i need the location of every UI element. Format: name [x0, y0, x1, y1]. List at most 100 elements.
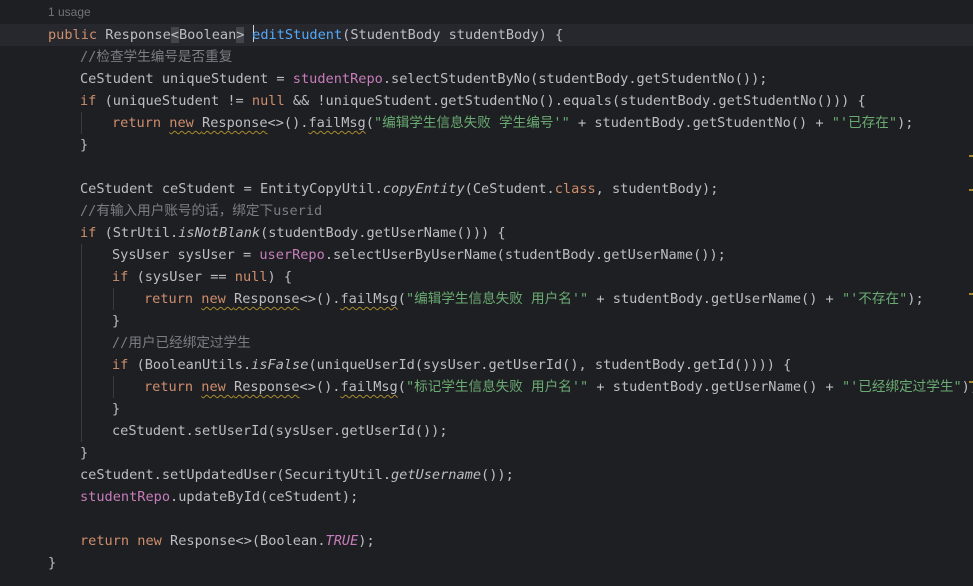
- indent-guide: [81, 288, 82, 310]
- string-token: "'已经绑定过学生": [841, 379, 962, 395]
- code-line[interactable]: studentRepo.updateById(ceStudent);: [48, 486, 973, 508]
- indent-guide: [81, 354, 82, 376]
- code-line[interactable]: if (sysUser == null) {: [48, 266, 973, 288]
- line-content: if (sysUser == null) {: [48, 269, 292, 285]
- code-line[interactable]: }: [48, 552, 973, 574]
- line-content: }: [48, 555, 56, 571]
- error-stripe[interactable]: [969, 0, 973, 586]
- warning-token: failMsg: [340, 379, 398, 395]
- code-line[interactable]: return new Response<>(Boolean.TRUE);: [48, 530, 973, 552]
- string-token: "编辑学生信息失败 学生编号'": [373, 115, 570, 131]
- static-call-token: getUsername: [391, 467, 482, 483]
- code-line[interactable]: if (uniqueStudent != null && !uniqueStud…: [48, 90, 973, 112]
- keyword-token: return: [144, 379, 202, 395]
- code-token: CeStudent uniqueStudent =: [80, 71, 293, 87]
- code-line[interactable]: ceStudent.setUpdatedUser(SecurityUtil.ge…: [48, 464, 973, 486]
- code-token: + studentBody.getUserName() +: [588, 291, 842, 307]
- code-line[interactable]: //有输入用户账号的话，绑定下userid: [48, 200, 973, 222]
- code-line[interactable]: return new Response<>().failMsg("编辑学生信息失…: [48, 112, 973, 134]
- keyword-token: if: [112, 269, 137, 285]
- indent-guide: [81, 244, 82, 266]
- keyword-token: return: [112, 115, 170, 131]
- code-token: (uniqueUserId(sysUser.getUserId(), stude…: [308, 357, 792, 373]
- code-line[interactable]: }: [48, 442, 973, 464]
- comment-token: //用户已经绑定过学生: [112, 335, 251, 351]
- line-content: if (BooleanUtils.isFalse(uniqueUserId(sy…: [48, 357, 791, 373]
- keyword-token: null: [251, 93, 293, 109]
- line-content: public Response<Boolean> editStudent(Stu…: [48, 25, 563, 43]
- static-call-token: isNotBlank: [178, 225, 261, 241]
- code-token: SysUser sysUser =: [112, 247, 260, 263]
- warning-stripe-mark[interactable]: [969, 189, 973, 191]
- code-line[interactable]: CeStudent ceStudent = EntityCopyUtil.cop…: [48, 178, 973, 200]
- code-line[interactable]: return new Response<>().failMsg("编辑学生信息失…: [48, 288, 973, 310]
- code-line[interactable]: SysUser sysUser = userRepo.selectUserByU…: [48, 244, 973, 266]
- line-content: //有输入用户账号的话，绑定下userid: [48, 203, 322, 219]
- constant-token: TRUE: [325, 533, 359, 549]
- code-line[interactable]: //用户已经绑定过学生: [48, 332, 973, 354]
- indent-guide: [81, 112, 82, 134]
- line-content: return new Response<>().failMsg("编辑学生信息失…: [48, 291, 924, 307]
- keyword-token: new: [201, 291, 235, 307]
- code-line[interactable]: //检查学生编号是否重复: [48, 46, 973, 68]
- warning-token: Response: [202, 115, 268, 131]
- code-token: (: [397, 291, 406, 307]
- warning-stripe-mark[interactable]: [969, 155, 973, 157]
- matched-bracket: <: [170, 27, 179, 43]
- code-line[interactable]: ceStudent.setUserId(sysUser.getUserId())…: [48, 420, 973, 442]
- indent-guide: [81, 420, 82, 442]
- line-content: studentRepo.updateById(ceStudent);: [48, 489, 358, 505]
- code-line[interactable]: if (StrUtil.isNotBlank(studentBody.getUs…: [48, 222, 973, 244]
- code-token: );: [897, 115, 914, 131]
- code-token: (StrUtil.: [104, 225, 179, 241]
- code-token: ceStudent.setUpdatedUser(SecurityUtil.: [80, 467, 391, 483]
- code-token: , studentBody);: [595, 181, 719, 197]
- line-content: //用户已经绑定过学生: [48, 335, 251, 351]
- code-token: (BooleanUtils.: [136, 357, 252, 373]
- line-content: }: [48, 445, 88, 461]
- code-token: (sysUser ==: [136, 269, 235, 285]
- type-token: Boolean: [178, 27, 237, 43]
- code-line[interactable]: [48, 508, 973, 530]
- keyword-token: public: [48, 27, 106, 43]
- string-token: "标记学生信息失败 用户名'": [405, 379, 589, 395]
- code-line[interactable]: [48, 156, 973, 178]
- code-token: + studentBody.getStudentNo() +: [569, 115, 832, 131]
- code-token: (studentBody.getUserName())) {: [260, 225, 506, 241]
- indent-guide: [113, 288, 114, 310]
- code-token: }: [80, 137, 89, 153]
- code-token: }: [48, 555, 57, 571]
- warning-stripe-mark[interactable]: [969, 293, 973, 295]
- code-editor[interactable]: 1 usage public Response<Boolean> editStu…: [0, 0, 973, 586]
- code-line[interactable]: CeStudent uniqueStudent = studentRepo.se…: [48, 68, 973, 90]
- keyword-token: new: [201, 379, 235, 395]
- code-line[interactable]: public Response<Boolean> editStudent(Stu…: [0, 24, 973, 46]
- warning-token: failMsg: [340, 291, 398, 307]
- code-token: );: [907, 291, 924, 307]
- line-content: ceStudent.setUpdatedUser(SecurityUtil.ge…: [48, 467, 514, 483]
- code-token: (CeStudent.: [464, 181, 555, 197]
- method-name-token: editStudent: [252, 27, 343, 43]
- line-content: if (StrUtil.isNotBlank(studentBody.getUs…: [48, 225, 506, 241]
- code-token: ceStudent.setUserId(sysUser.getUserId())…: [112, 423, 448, 439]
- code-line[interactable]: return new Response<>().failMsg("标记学生信息失…: [48, 376, 973, 398]
- code-area[interactable]: public Response<Boolean> editStudent(Stu…: [0, 24, 973, 574]
- code-token: }: [80, 445, 89, 461]
- code-line[interactable]: if (BooleanUtils.isFalse(uniqueUserId(sy…: [48, 354, 973, 376]
- line-content: }: [48, 137, 88, 153]
- warning-stripe-mark[interactable]: [969, 381, 973, 383]
- warning-token: Response: [234, 291, 300, 307]
- line-content: CeStudent uniqueStudent = studentRepo.se…: [48, 71, 767, 87]
- keyword-token: null: [234, 269, 268, 285]
- code-line[interactable]: }: [48, 134, 973, 156]
- code-token: <>().: [267, 115, 309, 131]
- usage-hint[interactable]: 1 usage: [48, 5, 91, 19]
- code-token: }: [112, 401, 121, 417]
- indent-guide: [113, 376, 114, 398]
- line-content: }: [48, 401, 120, 417]
- warning-token: Response: [234, 379, 300, 395]
- indent-guide: [81, 398, 82, 420]
- code-line[interactable]: }: [48, 310, 973, 332]
- code-line[interactable]: }: [48, 398, 973, 420]
- code-token: <>().: [299, 291, 341, 307]
